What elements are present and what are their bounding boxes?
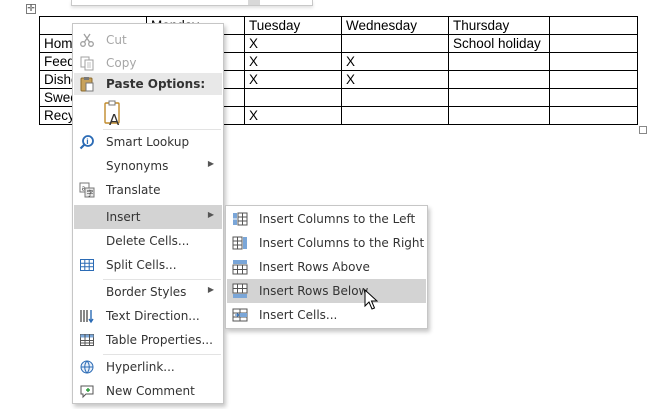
menu-item-label: Insert Cells... [259, 308, 338, 322]
menu-item-cut[interactable]: Cut [74, 28, 222, 52]
table-cell[interactable]: Tuesday [244, 16, 342, 35]
menu-item-new-comment[interactable]: New Comment [74, 379, 222, 403]
table-cell[interactable]: X [341, 52, 449, 71]
menu-item-label: Insert Rows Above [259, 260, 370, 274]
table-cell[interactable]: Wednesday [341, 16, 449, 35]
menu-item-insert-columns-right[interactable]: Insert Columns to the Right [227, 231, 426, 255]
paste-options-header: Paste Options: [74, 73, 222, 95]
table-cell[interactable] [448, 106, 550, 125]
mini-toolbar-edge [71, 0, 313, 6]
table-resize-handle[interactable] [639, 126, 647, 134]
svg-text:A: A [109, 111, 120, 127]
menu-item-insert-rows-above[interactable]: Insert Rows Above [227, 255, 426, 279]
table-cell[interactable] [448, 88, 550, 107]
submenu-arrow-icon: ▶ [207, 210, 214, 219]
paste-options-label: Paste Options: [106, 77, 206, 91]
menu-item-label: Translate [106, 183, 161, 197]
menu-item-copy[interactable]: Copy [74, 51, 222, 75]
table-cell[interactable]: School holiday [448, 34, 550, 53]
menu-item-label: Text Direction... [106, 309, 200, 323]
table-cell[interactable]: X [341, 70, 449, 89]
table-cell[interactable]: X [244, 34, 342, 53]
menu-item-label: Split Cells... [106, 258, 177, 272]
insert-submenu: Insert Columns to the Left Insert Column… [225, 205, 428, 329]
table-cell[interactable] [549, 70, 638, 89]
menu-item-synonyms[interactable]: Synonyms ▶ [74, 154, 222, 178]
copy-icon [79, 55, 95, 71]
menu-item-label: Smart Lookup [106, 135, 190, 149]
menu-item-insert-cells[interactable]: Insert Cells... [227, 303, 426, 327]
comment-icon [79, 383, 95, 399]
menu-item-translate[interactable]: a字 Translate [74, 178, 222, 202]
svg-text:字: 字 [87, 189, 94, 198]
table-cell[interactable]: X [244, 106, 342, 125]
table-cell[interactable] [549, 88, 638, 107]
insert-row-above-icon [232, 259, 248, 275]
menu-item-label: Synonyms [106, 159, 169, 173]
insert-column-left-icon [232, 211, 248, 227]
menu-item-label: New Comment [106, 384, 195, 398]
table-cell[interactable] [341, 88, 449, 107]
menu-item-label: Insert [106, 210, 141, 224]
menu-item-table-properties[interactable]: Table Properties... [74, 328, 222, 352]
clipboard-icon [79, 76, 95, 92]
table-cell[interactable] [341, 106, 449, 125]
menu-item-label: Insert Rows Below [259, 284, 369, 298]
grid-icon [79, 257, 95, 273]
table-cell[interactable]: X [244, 70, 342, 89]
table-cell[interactable] [549, 52, 638, 71]
text-direction-icon [79, 308, 95, 324]
table-icon [79, 332, 95, 348]
table-cell[interactable] [549, 16, 638, 35]
menu-item-label: Copy [106, 56, 137, 70]
menu-item-text-direction[interactable]: Text Direction... [74, 304, 222, 328]
table-cell[interactable] [549, 106, 638, 125]
scissors-icon [79, 32, 95, 48]
link-icon [79, 359, 95, 375]
submenu-arrow-icon: ▶ [207, 159, 214, 168]
table-cell[interactable] [448, 70, 550, 89]
menu-item-insert[interactable]: Insert ▶ [74, 205, 222, 229]
menu-item-label: Border Styles [106, 285, 187, 299]
table-cell[interactable] [244, 88, 342, 107]
table-move-handle[interactable]: ✛ [26, 4, 36, 14]
table-cell[interactable] [549, 34, 638, 53]
mini-toolbar-segment [248, 0, 260, 5]
menu-item-hyperlink[interactable]: Hyperlink... [74, 355, 222, 379]
insert-row-below-icon [232, 283, 248, 299]
table-cell[interactable] [448, 52, 550, 71]
submenu-arrow-icon: ▶ [207, 285, 214, 294]
menu-item-border-styles[interactable]: Border Styles ▶ [74, 280, 222, 304]
search-icon: i [79, 134, 95, 150]
menu-item-label: Insert Columns to the Right [259, 236, 425, 250]
mouse-pointer-icon [364, 288, 379, 311]
menu-item-label: Insert Columns to the Left [259, 212, 416, 226]
menu-item-label: Cut [106, 33, 127, 47]
menu-item-label: Hyperlink... [106, 360, 175, 374]
menu-item-delete-cells[interactable]: Delete Cells... [74, 229, 222, 253]
table-cell[interactable]: X [244, 52, 342, 71]
menu-item-label: Delete Cells... [106, 234, 190, 248]
table-cell[interactable] [341, 34, 449, 53]
table-cell[interactable]: Thursday [448, 16, 550, 35]
menu-item-label: Table Properties... [106, 333, 213, 347]
paste-keep-text-only-button[interactable]: A [100, 99, 126, 129]
menu-item-insert-rows-below[interactable]: Insert Rows Below [227, 279, 426, 303]
menu-item-insert-columns-left[interactable]: Insert Columns to the Left [227, 207, 426, 231]
translate-icon: a字 [79, 182, 95, 198]
context-menu: Cut Copy Paste Options: A i Smart Lookup… [72, 23, 224, 404]
menu-item-smart-lookup[interactable]: i Smart Lookup [74, 130, 222, 154]
menu-item-split-cells[interactable]: Split Cells... [74, 253, 222, 277]
insert-cells-icon [232, 307, 248, 323]
insert-column-right-icon [232, 235, 248, 251]
svg-text:i: i [86, 138, 88, 146]
